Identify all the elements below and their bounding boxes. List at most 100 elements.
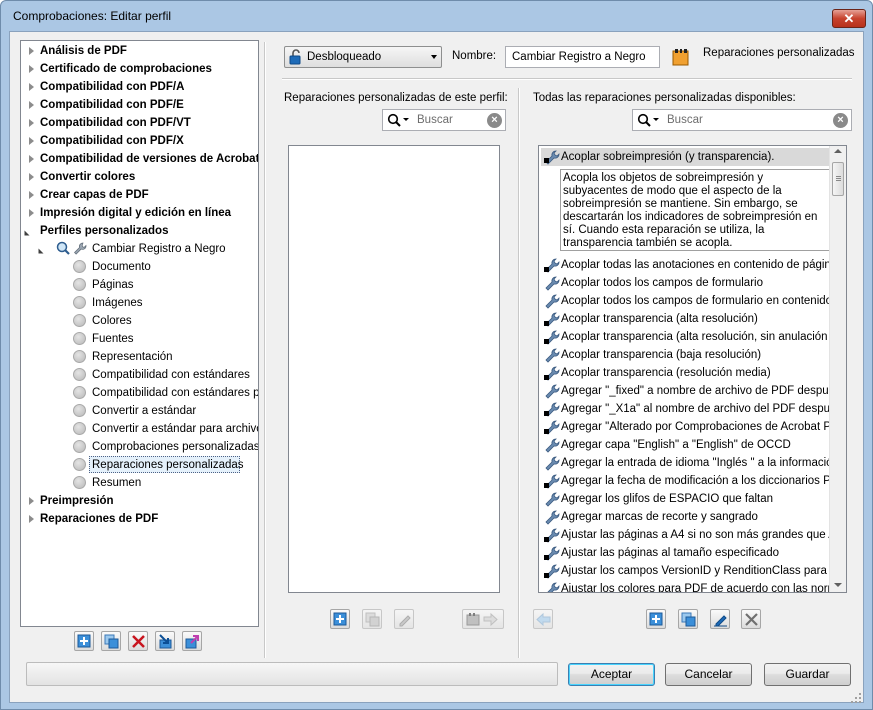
tree-subitem[interactable]: Resumen [21, 474, 258, 492]
edit-available-fixup-button[interactable] [710, 609, 730, 629]
resize-grip-icon[interactable] [850, 692, 862, 704]
list-item[interactable]: Agregar "_fixed" a nombre de archivo de … [541, 382, 829, 400]
tree-category[interactable]: Impresión digital y edición en línea [21, 204, 258, 222]
edit-fixup-button[interactable] [394, 609, 414, 629]
profile-tree[interactable]: Análisis de PDF Certificado de comprobaci… [20, 40, 259, 627]
tree-category-expanded[interactable]: Perfiles personalizados [21, 222, 258, 240]
tree-category[interactable]: Compatibilidad de versiones de Acrobat/P… [21, 150, 258, 168]
tree-category[interactable]: Crear capas de PDF [21, 186, 258, 204]
list-item-label: Ajustar las páginas a A4 si no son más g… [561, 529, 829, 541]
list-item[interactable]: Agregar los glifos de ESPACIO que faltan [541, 490, 829, 508]
collapsed-arrow-icon[interactable] [29, 119, 34, 127]
collapsed-arrow-icon[interactable] [29, 209, 34, 217]
add-to-profile-button[interactable] [533, 609, 553, 629]
collapsed-arrow-icon[interactable] [29, 137, 34, 145]
list-item[interactable]: Acoplar transparencia (alta resolución, … [541, 328, 829, 346]
tree-subitem[interactable]: Imágenes [21, 294, 258, 312]
right-search-input[interactable]: Buscar × [632, 109, 852, 131]
list-item[interactable]: Acoplar transparencia (baja resolución) [541, 346, 829, 364]
list-item[interactable]: Acoplar todas las anotaciones en conteni… [541, 256, 829, 274]
duplicate-fixup-button[interactable] [362, 609, 382, 629]
collapsed-arrow-icon[interactable] [29, 47, 34, 55]
close-button[interactable]: ✕ [832, 9, 866, 28]
list-item[interactable]: Ajustar las páginas al tamaño especifica… [541, 544, 829, 562]
list-item[interactable]: Agregar marcas de recorte y sangrado [541, 508, 829, 526]
import-profile-button[interactable] [155, 631, 175, 651]
duplicate-profile-button[interactable] [101, 631, 121, 651]
clear-search-icon[interactable]: × [487, 113, 502, 128]
tree-subitem[interactable]: Compatibilidad con estándares [21, 366, 258, 384]
collapsed-arrow-icon[interactable] [29, 101, 34, 109]
tree-subitem[interactable]: Documento [21, 258, 258, 276]
profile-name-field[interactable]: Cambiar Registro a Negro [505, 46, 660, 68]
new-fixup-button[interactable] [646, 609, 666, 629]
tree-category[interactable]: Preimpresión [21, 492, 258, 510]
clear-search-icon[interactable]: × [833, 113, 848, 128]
tree-category[interactable]: Compatibilidad con PDF/E [21, 96, 258, 114]
expanded-arrow-icon[interactable] [38, 248, 49, 254]
delete-available-fixup-button[interactable] [741, 609, 761, 629]
collapsed-arrow-icon[interactable] [29, 173, 34, 181]
title-bar[interactable]: Comprobaciones: Editar perfil ✕ [1, 1, 872, 31]
available-fixups-list[interactable]: Acoplar sobreimpresión (y transparencia)… [538, 145, 847, 593]
list-item[interactable]: Acoplar transparencia (resolución media) [541, 364, 829, 382]
tree-subitem[interactable]: Convertir a estándar [21, 402, 258, 420]
tree-category[interactable]: Convertir colores [21, 168, 258, 186]
collapsed-arrow-icon[interactable] [29, 83, 34, 91]
lock-state-dropdown[interactable]: Desbloqueado [284, 46, 442, 68]
scroll-thumb[interactable] [832, 162, 844, 196]
duplicate-available-fixup-button[interactable] [678, 609, 698, 629]
collapsed-arrow-icon[interactable] [29, 155, 34, 163]
tree-subitem[interactable]: Colores [21, 312, 258, 330]
vertical-scrollbar[interactable] [829, 146, 846, 592]
tree-item-label: Convertir a estándar [92, 405, 197, 417]
expanded-arrow-icon[interactable] [24, 230, 35, 236]
wrench-locked-icon [544, 528, 560, 543]
cancel-button[interactable]: Cancelar [665, 663, 752, 686]
list-item[interactable]: Ajustar los campos VersionID y Rendition… [541, 562, 829, 580]
tree-category[interactable]: Compatibilidad con PDF/A [21, 78, 258, 96]
tree-item-label: Representación [92, 351, 173, 363]
scroll-down-icon[interactable] [834, 583, 842, 587]
tree-subitem[interactable]: Fuentes [21, 330, 258, 348]
tree-item-label: Reparaciones de PDF [40, 513, 159, 525]
profile-fixups-list[interactable] [288, 145, 500, 593]
name-label: Nombre: [452, 50, 497, 62]
tree-category[interactable]: Análisis de PDF [21, 42, 258, 60]
delete-profile-button[interactable] [128, 631, 148, 651]
ok-button[interactable]: Aceptar [568, 663, 655, 686]
tree-category[interactable]: Certificado de comprobaciones [21, 60, 258, 78]
collapsed-arrow-icon[interactable] [29, 515, 34, 523]
list-item[interactable]: Ajustar las páginas a A4 si no son más g… [541, 526, 829, 544]
list-item[interactable]: Acoplar todos los campos de formulario [541, 274, 829, 292]
tree-category[interactable]: Reparaciones de PDF [21, 510, 258, 528]
tree-category[interactable]: Compatibilidad con PDF/VT [21, 114, 258, 132]
tree-subitem[interactable]: Comprobaciones personalizadas [21, 438, 258, 456]
add-fixup-button[interactable] [330, 609, 350, 629]
collapsed-arrow-icon[interactable] [29, 65, 34, 73]
collapsed-arrow-icon[interactable] [29, 497, 34, 505]
tree-item-reparaciones-personalizadas[interactable]: Reparaciones personalizadas [21, 456, 258, 474]
export-profile-button[interactable] [182, 631, 202, 651]
list-item[interactable]: Acoplar todos los campos de formulario e… [541, 292, 829, 310]
scroll-up-icon[interactable] [834, 149, 842, 153]
list-item[interactable]: Agregar la fecha de modificación a los d… [541, 472, 829, 490]
new-profile-button[interactable] [74, 631, 94, 651]
list-item[interactable]: Ajustar los colores para PDF de acuerdo … [541, 580, 829, 592]
tree-category[interactable]: Compatibilidad con PDF/X [21, 132, 258, 150]
left-search-input[interactable]: Buscar × [382, 109, 506, 131]
tree-subitem[interactable]: Páginas [21, 276, 258, 294]
list-item-selected[interactable]: Acoplar sobreimpresión (y transparencia)… [541, 148, 829, 166]
move-to-available-button[interactable] [462, 609, 504, 629]
list-item[interactable]: Agregar capa "English" a "English" de OC… [541, 436, 829, 454]
tree-subitem[interactable]: Compatibilidad con estándares para [21, 384, 258, 402]
collapsed-arrow-icon[interactable] [29, 191, 34, 199]
list-item[interactable]: Agregar la entrada de idioma "Inglés " a… [541, 454, 829, 472]
tree-subitem[interactable]: Representación [21, 348, 258, 366]
tree-profile[interactable]: Cambiar Registro a Negro [21, 240, 258, 258]
list-item[interactable]: Acoplar transparencia (alta resolución) [541, 310, 829, 328]
tree-subitem[interactable]: Convertir a estándar para archivos [21, 420, 258, 438]
list-item[interactable]: Agregar "Alterado por Comprobaciones de … [541, 418, 829, 436]
list-item[interactable]: Agregar "_X1a" al nombre de archivo del … [541, 400, 829, 418]
save-button[interactable]: Guardar [764, 663, 851, 686]
